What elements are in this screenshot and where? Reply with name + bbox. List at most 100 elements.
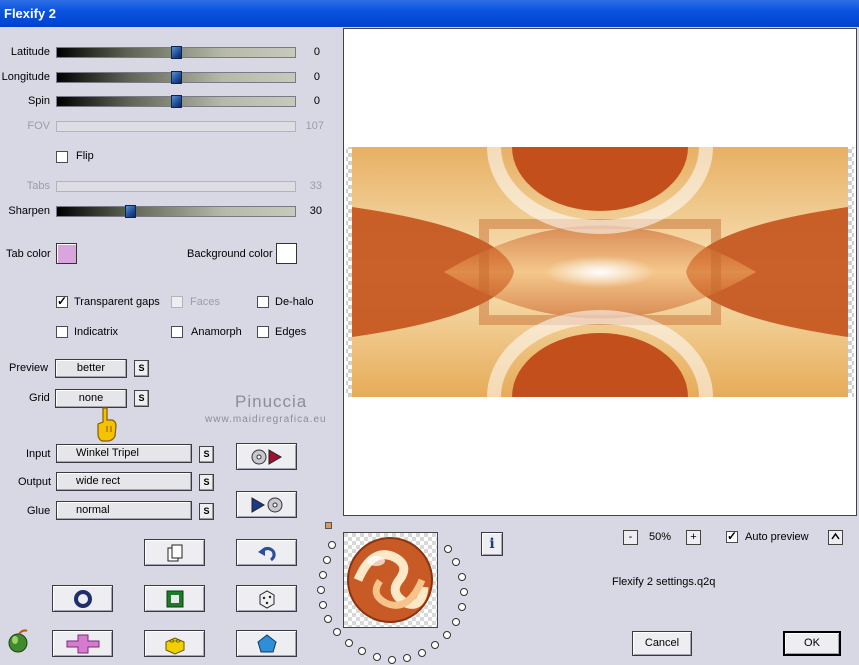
tabs-slider bbox=[56, 181, 296, 192]
preview-quality-s-button[interactable]: S bbox=[134, 360, 149, 377]
navigator-dot[interactable] bbox=[431, 641, 439, 649]
window-title: Flexify 2 bbox=[4, 6, 57, 21]
zoom-out-button[interactable]: - bbox=[623, 530, 638, 545]
de-halo-checkbox[interactable] bbox=[257, 296, 269, 308]
title-bar: Flexify 2 bbox=[0, 0, 859, 27]
longitude-value: 0 bbox=[313, 71, 320, 83]
latitude-slider-thumb[interactable] bbox=[171, 46, 182, 59]
shape-ring-button[interactable] bbox=[52, 585, 113, 612]
navigator-dot[interactable] bbox=[333, 628, 341, 636]
watermark-name: Pinuccia bbox=[235, 392, 308, 411]
watermark-url: www.maidiregrafica.eu bbox=[205, 414, 327, 425]
navigator-dot[interactable] bbox=[319, 601, 327, 609]
flaming-pear-logo-icon bbox=[8, 629, 28, 653]
background-color-label: Background color bbox=[187, 248, 273, 260]
navigator-dot[interactable] bbox=[317, 586, 325, 594]
anamorph-label: Anamorph bbox=[191, 326, 242, 338]
glue-s-button[interactable]: S bbox=[199, 503, 214, 520]
indicatrix-checkbox[interactable] bbox=[56, 326, 68, 338]
navigator-dot[interactable] bbox=[324, 615, 332, 623]
preview-image bbox=[346, 146, 854, 398]
info-button[interactable]: i bbox=[481, 532, 503, 556]
fov-value: 107 bbox=[305, 120, 324, 132]
spin-label: Spin bbox=[27, 95, 50, 107]
auto-preview-label: Auto preview bbox=[745, 531, 809, 543]
tab-color-label: Tab color bbox=[6, 248, 51, 260]
spin-value: 0 bbox=[313, 95, 320, 107]
longitude-label: Longitude bbox=[1, 71, 50, 83]
input-projection-select[interactable]: Winkel Tripel bbox=[56, 444, 192, 463]
flip-label: Flip bbox=[76, 150, 94, 162]
navigator-dot[interactable] bbox=[345, 639, 353, 647]
ok-button[interactable]: OK bbox=[783, 631, 841, 656]
copy-button[interactable] bbox=[144, 539, 205, 566]
navigator-dot[interactable] bbox=[458, 573, 466, 581]
transparent-gaps-checkbox[interactable]: ✓ bbox=[56, 294, 68, 308]
spin-slider-thumb[interactable] bbox=[171, 95, 182, 108]
blue-pentagon-icon bbox=[256, 633, 277, 652]
fov-slider bbox=[56, 121, 296, 132]
preview-canvas[interactable] bbox=[343, 28, 857, 516]
auto-preview-checkbox[interactable]: ✓ bbox=[726, 529, 738, 543]
tab-color-swatch[interactable] bbox=[56, 243, 77, 264]
background-color-swatch[interactable] bbox=[276, 243, 297, 264]
sharpen-slider[interactable] bbox=[56, 205, 296, 218]
load-input-button[interactable] bbox=[236, 443, 297, 470]
collapse-button[interactable] bbox=[828, 530, 843, 545]
navigator-dot[interactable] bbox=[319, 571, 327, 579]
navigator-dot[interactable] bbox=[328, 541, 336, 549]
navigator-marker[interactable] bbox=[325, 522, 332, 529]
navigator-dot[interactable] bbox=[418, 649, 426, 657]
navigator-dot[interactable] bbox=[452, 618, 460, 626]
navigator-dot[interactable] bbox=[444, 545, 452, 553]
green-frame-icon bbox=[166, 590, 183, 607]
transparent-gaps-label: Transparent gaps bbox=[74, 296, 160, 308]
spin-slider[interactable] bbox=[56, 95, 296, 108]
shape-pentagon-button[interactable] bbox=[236, 630, 297, 657]
preview-quality-select[interactable]: better bbox=[55, 359, 127, 378]
sphere-preview-image bbox=[344, 533, 437, 627]
shape-cross-button[interactable] bbox=[52, 630, 113, 657]
info-icon: i bbox=[489, 536, 495, 552]
undo-arrow-icon bbox=[257, 546, 276, 561]
output-s-button[interactable]: S bbox=[199, 474, 214, 491]
navigator-dot[interactable] bbox=[358, 647, 366, 655]
zoom-in-button[interactable]: + bbox=[686, 530, 701, 545]
edges-label: Edges bbox=[275, 326, 307, 338]
navigator-dot[interactable] bbox=[388, 656, 396, 664]
navigator-dot[interactable] bbox=[460, 588, 468, 596]
cancel-button[interactable]: Cancel bbox=[632, 631, 692, 656]
output-projection-select[interactable]: wide rect bbox=[56, 472, 192, 491]
navigator-dot[interactable] bbox=[403, 654, 411, 662]
navigator-dot[interactable] bbox=[373, 653, 381, 661]
flip-checkbox[interactable] bbox=[56, 151, 68, 163]
copy-pages-icon bbox=[167, 544, 182, 561]
input-s-button[interactable]: S bbox=[199, 446, 214, 463]
preview-quality-label: Preview bbox=[9, 362, 49, 374]
save-output-button[interactable] bbox=[236, 491, 297, 518]
fov-label: FOV bbox=[27, 120, 50, 132]
glue-select[interactable]: normal bbox=[56, 501, 192, 520]
navigator-dot[interactable] bbox=[452, 558, 460, 566]
anamorph-checkbox[interactable] bbox=[171, 326, 183, 338]
dice-icon bbox=[259, 589, 274, 609]
undo-button[interactable] bbox=[236, 539, 297, 566]
latitude-slider[interactable] bbox=[56, 46, 296, 59]
longitude-slider-thumb[interactable] bbox=[171, 71, 182, 84]
pointing-hand-icon bbox=[97, 407, 117, 442]
sharpen-slider-thumb[interactable] bbox=[125, 205, 136, 218]
navigator-dot[interactable] bbox=[458, 603, 466, 611]
ring-icon bbox=[73, 589, 92, 608]
faces-checkbox bbox=[171, 296, 183, 308]
longitude-slider[interactable] bbox=[56, 71, 296, 84]
navigator-dot[interactable] bbox=[443, 631, 451, 639]
navigator-dot[interactable] bbox=[323, 556, 331, 564]
randomize-button[interactable] bbox=[236, 585, 297, 612]
navigator-thumbnail[interactable] bbox=[343, 532, 438, 628]
shape-frame-button[interactable] bbox=[144, 585, 205, 612]
output-label: Output bbox=[18, 476, 52, 488]
edges-checkbox[interactable] bbox=[257, 326, 269, 338]
disc-to-play-icon bbox=[251, 448, 282, 465]
shape-brick-button[interactable] bbox=[144, 630, 205, 657]
grid-s-button[interactable]: S bbox=[134, 390, 149, 407]
